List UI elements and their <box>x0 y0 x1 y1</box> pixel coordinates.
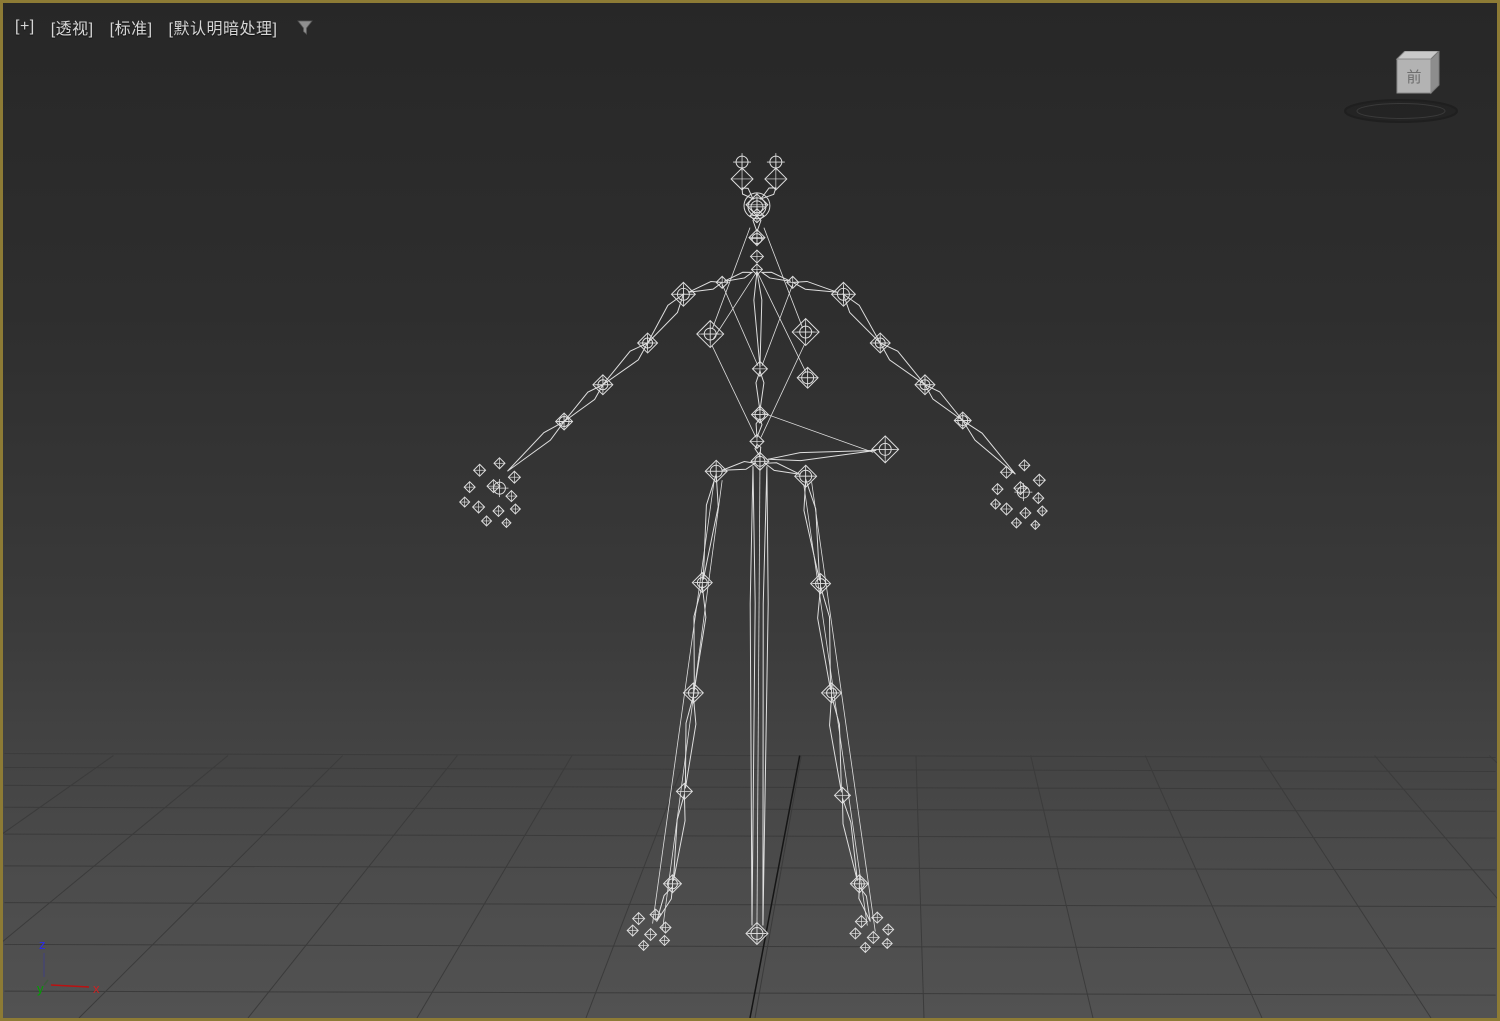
viewcube-cube[interactable]: 前 <box>1395 51 1440 95</box>
y-axis-label: y <box>37 981 44 996</box>
grid-floor <box>3 753 1497 1018</box>
viewport-render-preset-menu[interactable]: [标准] <box>110 15 153 39</box>
viewport-canvas[interactable] <box>3 3 1497 1018</box>
viewport-general-menu[interactable]: [+] <box>15 18 35 36</box>
filter-icon[interactable] <box>297 20 314 35</box>
viewport-pov-menu[interactable]: [透视] <box>51 15 94 39</box>
viewcube-front-face-label[interactable]: 前 <box>1406 69 1421 86</box>
viewport-shading-menu[interactable]: [默认明暗处理] <box>169 15 278 39</box>
world-axis-tripod: z y x <box>37 937 100 996</box>
x-axis-label: x <box>93 981 100 996</box>
y-axis-line <box>43 979 49 986</box>
skeleton-rig[interactable] <box>459 153 1048 954</box>
viewcube[interactable]: 前 <box>1339 51 1479 131</box>
z-axis-label: z <box>39 937 46 952</box>
x-axis-line <box>50 984 90 988</box>
viewport-label-bar: [+] [透视] [标准] [默认明暗处理] <box>15 15 314 39</box>
viewport: [+] [透视] [标准] [默认明暗处理] 前 z y x <box>0 0 1500 1021</box>
